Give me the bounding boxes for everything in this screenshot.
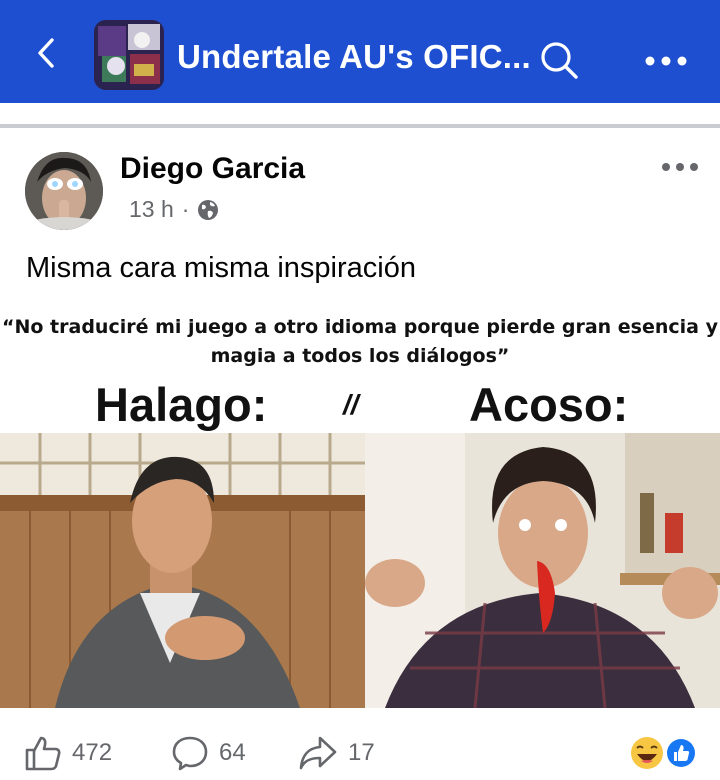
chevron-left-icon <box>38 38 54 68</box>
meme-separator: // <box>343 389 359 420</box>
author-avatar[interactable] <box>25 152 103 230</box>
globe-icon <box>198 199 219 220</box>
group-title[interactable]: Undertale AU's OFIC... <box>177 38 531 76</box>
author-avatar-image <box>25 152 103 230</box>
group-avatar-image <box>94 20 164 90</box>
meme-quote: “No traduciré mi juego a otro idioma por… <box>1 316 718 367</box>
share-count: 17 <box>348 739 375 766</box>
post-options-button[interactable] <box>660 160 700 172</box>
post-text: Misma cara misma inspiración <box>26 252 416 284</box>
like-count: 472 <box>72 739 113 766</box>
like-button[interactable]: 472 <box>24 734 112 772</box>
thumbs-up-icon <box>25 736 61 771</box>
share-button[interactable]: 17 <box>298 734 375 772</box>
comment-button[interactable]: 64 <box>171 734 246 772</box>
author-name[interactable]: Diego Garcia <box>120 152 305 186</box>
group-avatar[interactable] <box>94 20 164 90</box>
meme-left-label: Halago: <box>95 378 268 431</box>
post-image[interactable]: “No traduciré mi juego a otro idioma por… <box>0 305 720 708</box>
reaction-icons <box>631 737 697 769</box>
more-horizontal-icon <box>645 56 687 66</box>
reaction-summary[interactable] <box>630 736 700 770</box>
more-horizontal-icon <box>662 163 698 171</box>
laughing-emoji-icon <box>631 737 663 769</box>
meta-separator: · <box>181 196 190 222</box>
section-divider <box>0 124 720 128</box>
post-actions: 472 64 17 <box>0 716 720 780</box>
comment-count: 64 <box>219 739 246 766</box>
like-reaction-icon <box>665 737 697 769</box>
post-time[interactable]: 13 h <box>129 196 174 223</box>
share-icon <box>299 736 337 770</box>
meme-right-label: Acoso: <box>469 378 629 431</box>
more-options-button[interactable] <box>644 54 688 66</box>
search-button[interactable] <box>539 40 579 80</box>
app-header: Undertale AU's OFIC... <box>0 0 720 103</box>
meme-photo-right <box>365 433 720 708</box>
search-icon <box>541 42 578 79</box>
post-meta: 13 h · <box>129 196 219 223</box>
meme-photo-left <box>0 433 365 708</box>
header-spacer <box>0 103 720 125</box>
comment-icon <box>172 736 208 771</box>
back-button[interactable] <box>30 36 64 70</box>
